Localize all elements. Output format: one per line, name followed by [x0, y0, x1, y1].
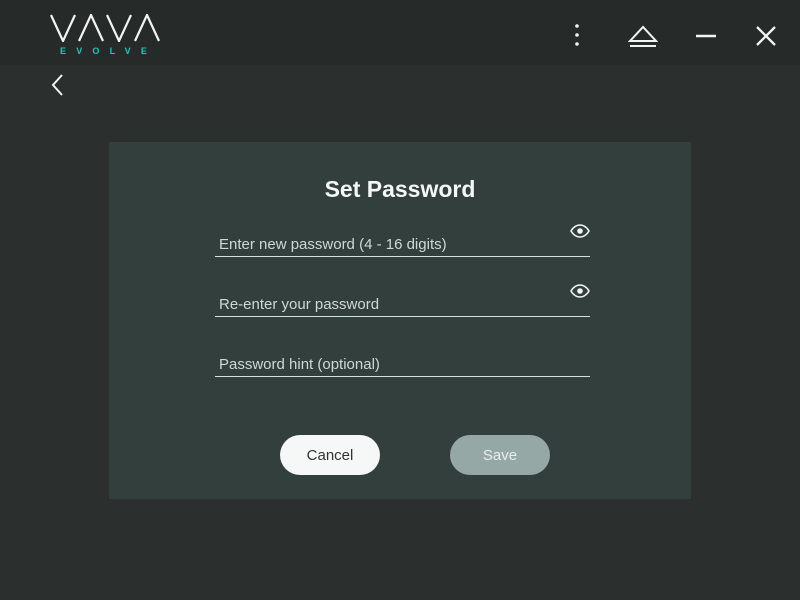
close-icon — [756, 26, 776, 46]
app-window: EVOLVE Set Password Password hint (optio… — [0, 0, 800, 600]
vava-evolve-logo: EVOLVE — [50, 14, 160, 58]
chevron-left-icon — [51, 74, 63, 96]
more-vertical-icon — [575, 24, 579, 46]
title-bar: EVOLVE — [0, 0, 800, 65]
eject-button[interactable] — [624, 17, 662, 55]
new-password-input[interactable] — [219, 228, 559, 260]
close-button[interactable] — [747, 17, 785, 55]
back-button[interactable] — [42, 70, 72, 100]
eject-icon — [628, 25, 658, 47]
minimize-icon — [696, 34, 716, 38]
eye-icon — [570, 224, 590, 238]
confirm-password-field-wrapper — [215, 282, 590, 320]
password-hint-field-wrapper — [215, 342, 590, 380]
password-hint-input[interactable] — [219, 348, 559, 380]
toggle-new-password-visibility[interactable] — [570, 222, 590, 240]
new-password-field-wrapper — [215, 222, 590, 260]
dialog-title: Set Password — [324, 176, 476, 202]
minimize-button[interactable] — [687, 17, 725, 55]
save-button[interactable]: Save — [450, 435, 550, 475]
vava-logo-mark — [50, 14, 160, 42]
more-options-button[interactable] — [558, 17, 596, 55]
eye-icon — [570, 284, 590, 298]
set-password-dialog: Set Password Cancel Save — [109, 142, 691, 499]
cancel-button[interactable]: Cancel — [280, 435, 380, 475]
logo-subtitle: EVOLVE — [60, 46, 158, 56]
toggle-confirm-password-visibility[interactable] — [570, 282, 590, 300]
confirm-password-input[interactable] — [219, 288, 559, 320]
